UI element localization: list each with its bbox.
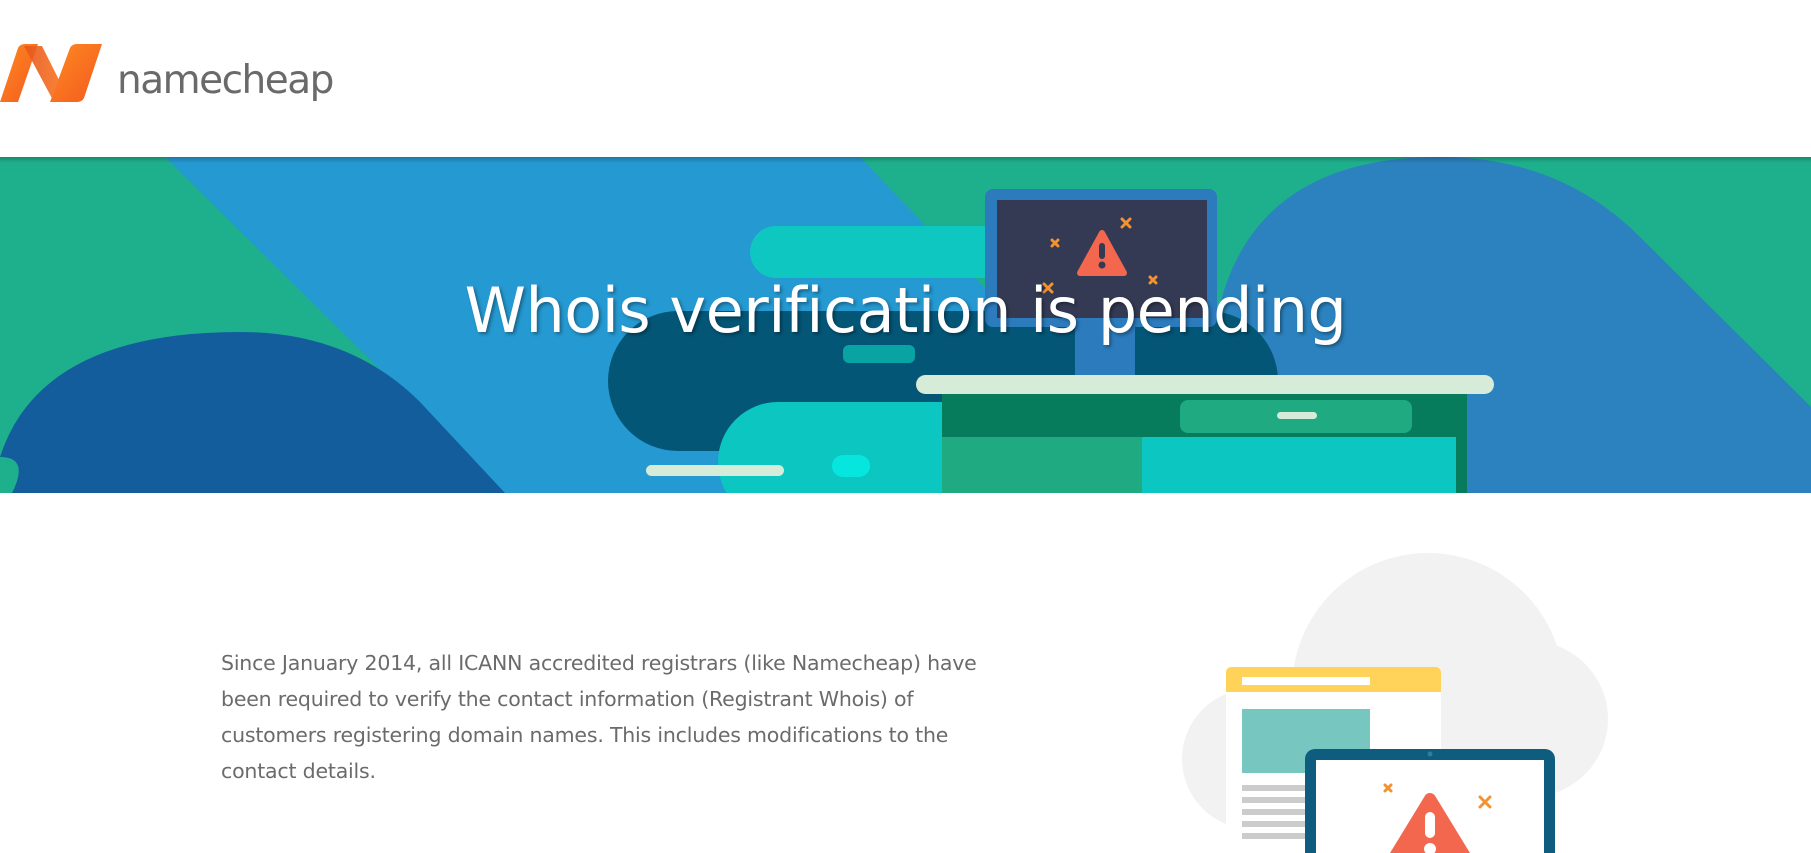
hero-top-shadow — [0, 157, 1811, 163]
page-title: Whois verification is pending — [464, 274, 1347, 347]
site-header: namecheap — [0, 0, 1811, 157]
logo-text: namecheap — [117, 57, 334, 103]
namecheap-logo-icon — [0, 44, 102, 102]
main-content: Since January 2014, all ICANN accredited… — [0, 493, 1811, 853]
verification-illustration — [1182, 553, 1608, 853]
hero-banner: Whois verification is pending — [0, 157, 1811, 493]
namecheap-logo[interactable]: namecheap — [0, 44, 334, 104]
intro-paragraph: Since January 2014, all ICANN accredited… — [221, 651, 977, 783]
